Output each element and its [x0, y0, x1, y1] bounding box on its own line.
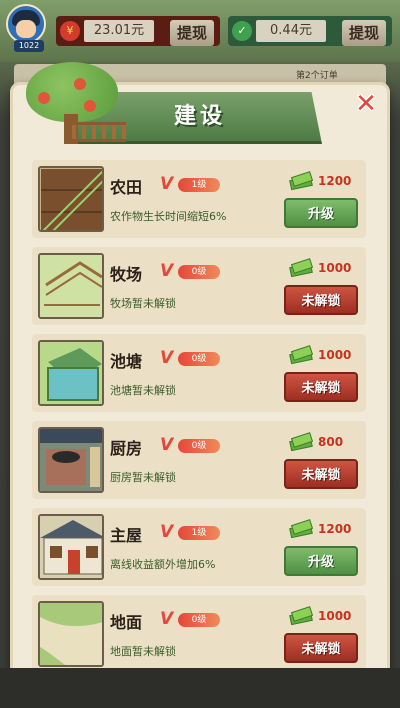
building-row-ground: 地面 V 0级 地面暂未解锁 1000 未解锁 [32, 595, 366, 673]
building-row-pasture: 牧场 V 0级 牧场暂未解锁 1000 未解锁 [32, 247, 366, 325]
building-cost: 1200 [318, 174, 352, 188]
building-name: 厨房 [110, 439, 143, 458]
cash-red-value: 23.01元 [84, 20, 154, 42]
level-badge: V 0级 [160, 348, 222, 368]
cash-stack-icon [288, 432, 314, 452]
building-desc: 离线收益额外增加6% [110, 558, 216, 571]
order-hint: 第2个订单 [296, 71, 338, 81]
farmland-thumbnail [38, 166, 104, 232]
fence-decoration [72, 122, 126, 142]
building-cost: 1200 [318, 522, 352, 536]
cash-stack-icon [288, 519, 314, 539]
level-badge: V 1级 [160, 174, 222, 194]
building-row-pond: 池塘 V 0级 池塘暂未解锁 1000 未解锁 [32, 334, 366, 412]
locked-button[interactable]: 未解锁 [284, 285, 358, 315]
building-name: 农田 [110, 178, 143, 197]
building-desc: 厨房暂未解锁 [110, 471, 176, 484]
upgrade-button[interactable]: 升级 [284, 546, 358, 576]
house-thumbnail [38, 514, 104, 580]
withdraw-green-button[interactable]: 提现 [342, 20, 386, 46]
level-badge: V 0级 [160, 261, 222, 281]
building-desc: 农作物生长时间缩短6% [110, 210, 227, 223]
pond-thumbnail [38, 340, 104, 406]
building-row-farmland: 农田 V 1级 农作物生长时间缩短6% 1200 升级 [32, 160, 366, 238]
bottom-nav-strip [0, 668, 400, 708]
locked-button[interactable]: 未解锁 [284, 633, 358, 663]
level-badge: V 0级 [160, 435, 222, 455]
ground-thumbnail [38, 601, 104, 667]
cash-green-value: 0.44元 [256, 20, 326, 42]
player-avatar[interactable] [6, 4, 46, 44]
building-desc: 牧场暂未解锁 [110, 297, 176, 310]
kitchen-thumbnail [38, 427, 104, 493]
building-name: 池塘 [110, 352, 143, 371]
building-desc: 地面暂未解锁 [110, 645, 176, 658]
close-icon[interactable]: ✕ [350, 88, 382, 120]
upgrade-button[interactable]: 升级 [284, 198, 358, 228]
cash-stack-icon [288, 606, 314, 626]
building-cost: 1000 [318, 348, 352, 362]
wechat-icon: ✓ [232, 21, 252, 41]
cash-red-box: ¥ 23.01元 提现 [56, 16, 220, 46]
building-name: 主屋 [110, 526, 143, 545]
cash-stack-icon [288, 258, 314, 278]
cash-green-box: ✓ 0.44元 提现 [228, 16, 392, 46]
player-level-badge: 1022 [14, 40, 44, 52]
building-row-house: 主屋 V 1级 离线收益额外增加6% 1200 升级 [32, 508, 366, 586]
level-badge: V 0级 [160, 609, 222, 629]
cash-stack-icon [288, 171, 314, 191]
red-envelope-icon: ¥ [60, 21, 80, 41]
cash-stack-icon [288, 345, 314, 365]
locked-button[interactable]: 未解锁 [284, 372, 358, 402]
building-name: 地面 [110, 613, 143, 632]
level-badge: V 1级 [160, 522, 222, 542]
building-row-kitchen: 厨房 V 0级 厨房暂未解锁 800 未解锁 [32, 421, 366, 499]
dialog-title: 建设 [173, 104, 226, 129]
pasture-thumbnail [38, 253, 104, 319]
locked-button[interactable]: 未解锁 [284, 459, 358, 489]
building-desc: 池塘暂未解锁 [110, 384, 176, 397]
withdraw-red-button[interactable]: 提现 [170, 20, 214, 46]
building-cost: 1000 [318, 609, 352, 623]
building-cost: 1000 [318, 261, 352, 275]
building-name: 牧场 [110, 265, 143, 284]
building-cost: 800 [318, 435, 344, 449]
